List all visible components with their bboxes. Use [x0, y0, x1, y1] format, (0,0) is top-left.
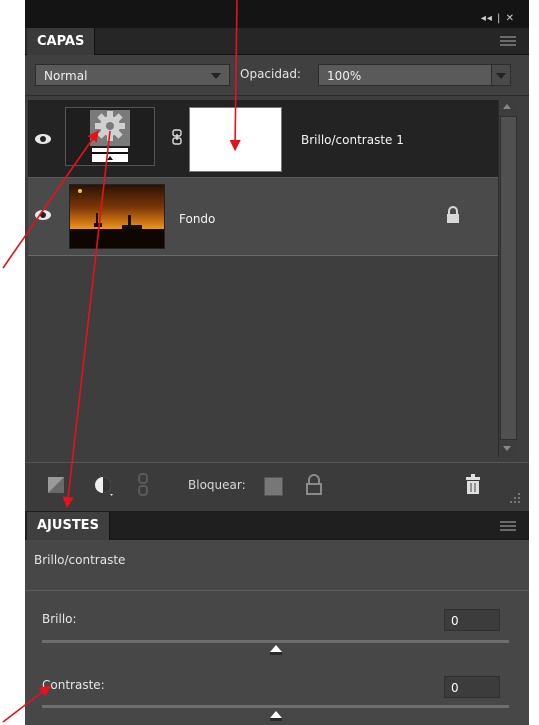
window-controls[interactable]: ◂◂ | ✕ [481, 13, 515, 24]
tab-capas[interactable]: CAPAS [27, 28, 96, 55]
link-layers-icon[interactable] [136, 473, 150, 497]
blend-mode-value: Normal [44, 69, 88, 83]
contrast-label: Contraste: [42, 678, 105, 692]
contrast-slider-handle[interactable] [270, 711, 282, 721]
brightness-slider-track[interactable] [42, 640, 509, 643]
brightness-slider-handle[interactable] [270, 645, 282, 655]
brightness-value: 0 [451, 614, 459, 628]
scroll-up-icon[interactable] [503, 104, 511, 109]
adjustment-title: Brillo/contraste [34, 553, 126, 567]
tab-ajustes[interactable]: AJUSTES [27, 512, 110, 540]
layers-tab-strip [25, 28, 529, 55]
adjustment-layer-thumbnail[interactable] [65, 107, 155, 166]
lock-transparent-pixels-icon[interactable] [264, 477, 283, 496]
new-layer-icon[interactable] [46, 475, 66, 495]
chevron-down-icon [211, 73, 221, 79]
layers-panel-menu-icon[interactable] [500, 36, 516, 46]
eye-icon[interactable] [31, 205, 57, 225]
brightness-label: Brillo: [42, 612, 77, 626]
opacity-dropdown-button[interactable] [491, 65, 510, 85]
lock-label: Bloquear: [188, 478, 246, 492]
layer-name[interactable]: Fondo [179, 212, 215, 226]
adjustments-panel-menu-icon[interactable] [500, 521, 516, 531]
opacity-label: Opacidad: [240, 67, 301, 81]
panel-title-bar: ◂◂ | ✕ [25, 0, 529, 28]
new-adjustment-layer-icon[interactable] [92, 474, 118, 498]
contrast-slider-track[interactable] [42, 705, 509, 708]
resize-grip-icon[interactable] [508, 490, 522, 504]
layer-mask-thumbnail[interactable] [189, 107, 282, 172]
chevron-down-icon [496, 73, 506, 79]
scroll-down-icon[interactable] [503, 446, 511, 451]
brightness-value-field[interactable]: 0 [444, 609, 500, 631]
lock-icon [445, 206, 461, 224]
contrast-value: 0 [451, 681, 459, 695]
opacity-value: 100% [327, 69, 362, 83]
blend-mode-select[interactable]: Normal [35, 64, 230, 86]
background-photo-thumbnail[interactable] [69, 184, 165, 249]
trash-icon[interactable] [463, 474, 483, 496]
opacity-field[interactable]: 100% [318, 64, 511, 86]
lock-all-icon[interactable] [304, 474, 324, 496]
scrollbar-thumb[interactable] [500, 116, 517, 440]
eye-icon[interactable] [31, 129, 57, 149]
contrast-value-field[interactable]: 0 [444, 676, 500, 698]
layer-name[interactable]: Brillo/contraste 1 [301, 133, 404, 147]
link-icon[interactable] [172, 129, 182, 145]
